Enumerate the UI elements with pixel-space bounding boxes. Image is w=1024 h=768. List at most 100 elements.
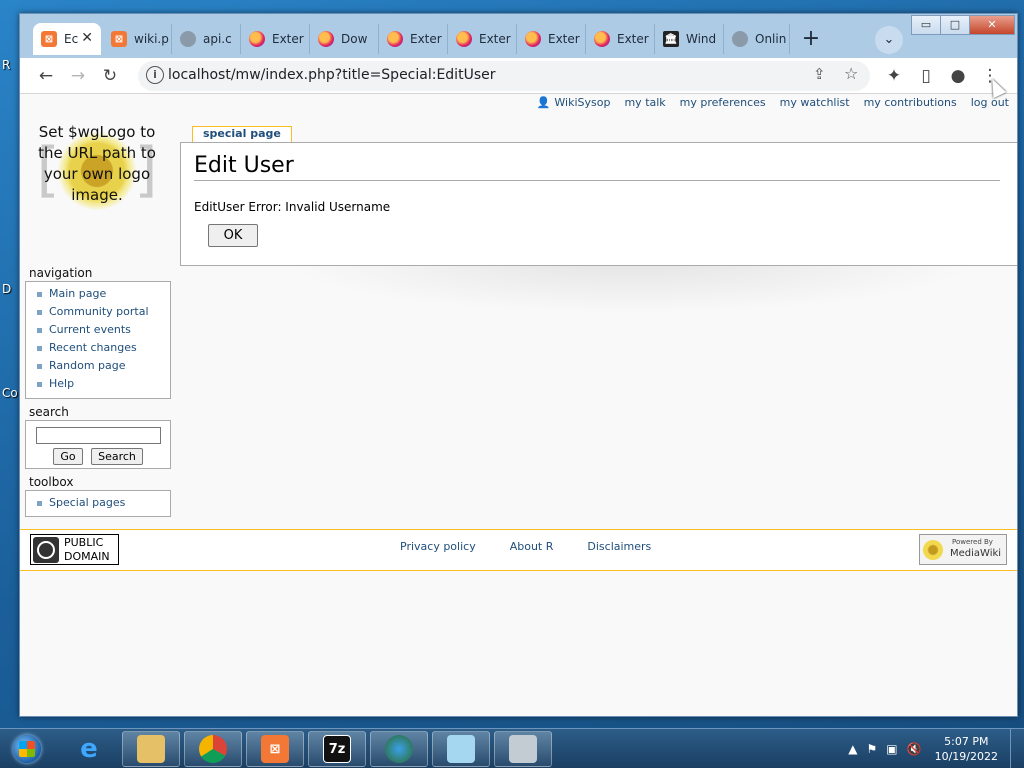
start-button[interactable] [4, 730, 50, 768]
disclaimers-link[interactable]: Disclaimers [587, 540, 651, 553]
desktop-icon-label[interactable]: Co [2, 386, 18, 400]
tab[interactable]: Dow [310, 24, 379, 54]
xampp-icon: ⊠ [41, 31, 57, 47]
navigation-title: navigation [29, 266, 93, 280]
show-desktop-button[interactable] [1010, 729, 1020, 768]
public-domain-badge[interactable]: PUBLIC DOMAIN [30, 534, 119, 565]
my-watchlist-link[interactable]: my watchlist [780, 96, 850, 109]
taskbar-recycle[interactable] [494, 731, 552, 767]
xampp-icon: ⊠ [111, 31, 127, 47]
user-link[interactable]: 👤 WikiSysop [537, 96, 611, 109]
clock[interactable]: 5:07 PM 10/19/2022 [935, 734, 998, 764]
wiki-page: 👤 WikiSysop my talk my preferences my wat… [20, 94, 1017, 716]
tray-expand-icon[interactable]: ▲ [848, 742, 857, 756]
sidepanel-icon[interactable]: ▯ [914, 64, 938, 88]
firefox-icon [318, 31, 334, 47]
desktop-icon-label[interactable]: R [2, 58, 10, 72]
nav-random-page[interactable]: Random page [34, 357, 170, 375]
forward-icon[interactable]: → [66, 64, 90, 88]
about-link[interactable]: About R [510, 540, 554, 553]
taskbar-notepad[interactable] [432, 731, 490, 767]
tab[interactable]: Exter [379, 24, 448, 54]
tab-title: Wind [686, 32, 717, 46]
nav-main-page[interactable]: Main page [34, 285, 170, 303]
search-button[interactable]: Search [91, 448, 143, 465]
maximize-button[interactable]: □ [940, 15, 970, 35]
tab-title: Dow [341, 32, 368, 46]
nav-community-portal[interactable]: Community portal [34, 303, 170, 321]
page-title: Edit User [194, 153, 1000, 181]
toolbox-special-pages[interactable]: Special pages [34, 494, 170, 512]
tab[interactable]: ⊠ wiki.p [103, 24, 172, 54]
search-title: search [29, 405, 69, 419]
mediawiki-icon [923, 540, 943, 560]
address-bar[interactable]: i localhost/mw/index.php?title=Special:E… [138, 61, 870, 91]
nav-recent-changes[interactable]: Recent changes [34, 339, 170, 357]
public-domain-icon [33, 537, 59, 563]
tab-special-page[interactable]: special page [192, 126, 292, 142]
info-icon[interactable]: i [146, 66, 164, 84]
desktop-icon-label[interactable]: D [2, 282, 11, 296]
content-area: Edit User EditUser Error: Invalid Userna… [180, 142, 1017, 266]
tab-title: wiki.p [134, 32, 169, 46]
window-controls: ▭ □ ✕ [911, 15, 1015, 35]
recycle-icon [509, 735, 537, 763]
close-window-button[interactable]: ✕ [969, 15, 1015, 35]
volume-icon[interactable]: 🔇 [907, 742, 922, 756]
tab[interactable]: Exter [586, 24, 655, 54]
privacy-policy-link[interactable]: Privacy policy [400, 540, 476, 553]
globe-icon [732, 31, 748, 47]
log-out-link[interactable]: log out [971, 96, 1009, 109]
tab[interactable]: Exter [448, 24, 517, 54]
ok-button[interactable]: OK [208, 224, 258, 247]
new-tab-button[interactable]: + [797, 26, 825, 54]
flag-icon[interactable]: ⚑ [867, 742, 878, 756]
reload-icon[interactable]: ↻ [98, 64, 122, 88]
search-input[interactable] [36, 427, 161, 444]
taskbar: e ⊠ 7z ▲ ⚑ ▣ 🔇 5:07 PM 10/19/2022 [0, 728, 1024, 768]
taskbar-7zip[interactable]: 7z [308, 731, 366, 767]
tab-title: Exter [410, 32, 442, 46]
chrome-icon [199, 735, 227, 763]
pd-line: DOMAIN [64, 550, 110, 563]
nav-current-events[interactable]: Current events [34, 321, 170, 339]
share-icon[interactable]: ⇪ [813, 65, 826, 83]
network-tray-icon[interactable]: ▣ [886, 742, 897, 756]
windows-logo-icon [19, 741, 35, 757]
nav-help[interactable]: Help [34, 375, 170, 393]
profile-icon[interactable]: ● [946, 64, 970, 88]
extensions-icon[interactable]: ✦ [882, 64, 906, 88]
footer-links: Privacy policy About R Disclaimers [400, 540, 685, 553]
close-icon[interactable]: ✕ [81, 30, 93, 46]
taskbar-network[interactable] [370, 731, 428, 767]
my-talk-link[interactable]: my talk [624, 96, 665, 109]
powered-by-mediawiki-badge[interactable]: Powered By MediaWiki [919, 534, 1007, 565]
tab-search-button[interactable]: ⌄ [875, 26, 903, 54]
tab[interactable]: Exter [517, 24, 586, 54]
tab[interactable]: api.c [172, 24, 241, 54]
clock-time: 5:07 PM [944, 735, 989, 748]
back-icon[interactable]: ← [34, 64, 58, 88]
tab[interactable]: 🏛 Wind [655, 24, 724, 54]
star-icon[interactable]: ☆ [844, 64, 858, 83]
browser-toolbar: ← → ↻ i localhost/mw/index.php?title=Spe… [20, 58, 1017, 94]
tab-title: Exter [272, 32, 304, 46]
taskbar-ie[interactable]: e [60, 731, 118, 767]
go-button[interactable]: Go [53, 448, 83, 465]
xampp-icon: ⊠ [261, 735, 289, 763]
tab-active[interactable]: ⊠ Ec ✕ [33, 23, 101, 55]
footer: PUBLIC DOMAIN Privacy policy About R Dis… [20, 529, 1017, 571]
tab[interactable]: Onlin [724, 24, 790, 54]
my-preferences-link[interactable]: my preferences [680, 96, 766, 109]
wiki-logo[interactable]: [ ] Set $wgLogo to the URL path to your … [28, 118, 166, 230]
url-text[interactable]: localhost/mw/index.php?title=Special:Edi… [168, 67, 495, 83]
firefox-icon [387, 31, 403, 47]
taskbar-xampp[interactable]: ⊠ [246, 731, 304, 767]
tab[interactable]: Exter [241, 24, 310, 54]
my-contributions-link[interactable]: my contributions [864, 96, 957, 109]
firefox-icon [594, 31, 610, 47]
taskbar-chrome[interactable] [184, 731, 242, 767]
minimize-button[interactable]: ▭ [911, 15, 941, 35]
taskbar-explorer[interactable] [122, 731, 180, 767]
toolbox-title: toolbox [29, 475, 74, 489]
